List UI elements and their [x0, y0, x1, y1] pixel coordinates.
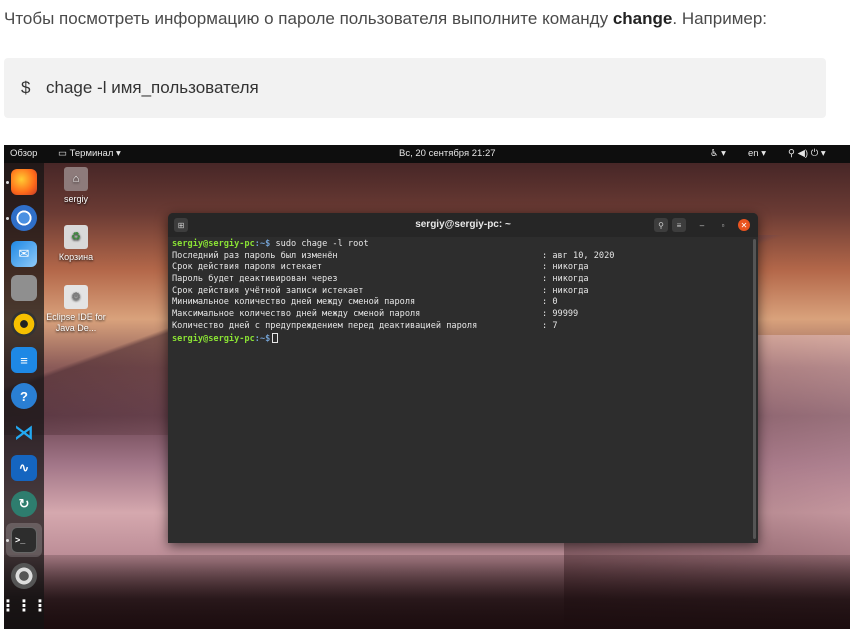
vscode-icon[interactable]: ⋊ — [11, 419, 37, 445]
trash-icon: ♻ — [64, 225, 88, 249]
output-row: Срок действия пароля истекает: никогда — [172, 262, 589, 273]
output-row: Минимальное количество дней между сменой… — [172, 297, 558, 308]
terminal-scrollbar[interactable] — [753, 239, 756, 539]
terminal-app-menu[interactable]: ▭ Терминал ▾ — [58, 148, 121, 159]
terminal-icon[interactable]: >_ — [11, 527, 37, 553]
desktop-item-label: Eclipse IDE for Java De... — [46, 312, 106, 333]
system-menu[interactable]: ⚲ ◀) ⏻ ▾ — [788, 148, 826, 159]
firefox-icon[interactable] — [11, 169, 37, 195]
output-row: Количество дней с предупреждением перед … — [172, 320, 558, 331]
command-line: sergiy@sergiy-pc:~$ sudo chage -l root — [172, 239, 750, 251]
eclipse-launcher-icon: ⚙ — [64, 285, 88, 309]
intro-paragraph: Чтобы посмотреть информацию о пароле пол… — [4, 9, 767, 29]
language-menu[interactable]: en ▾ — [748, 148, 766, 159]
prompt-user: sergiy@sergiy-pc — [172, 239, 255, 249]
apps-grid-icon[interactable]: ⋮⋮⋮ — [4, 593, 48, 619]
intro-command-name: change — [612, 9, 673, 28]
running-dot — [6, 539, 9, 542]
intro-suffix: . Например: — [672, 9, 768, 28]
typed-command: sudo chage -l root — [270, 239, 369, 249]
search-icon[interactable]: ⚲ — [654, 218, 668, 232]
running-dot — [6, 181, 9, 184]
desktop-item-home[interactable]: ⌂ sergiy — [36, 167, 116, 205]
code-prompt: $ — [21, 78, 31, 97]
prompt-user: sergiy@sergiy-pc — [172, 333, 255, 344]
output-row: Максимальное количество дней между смено… — [172, 309, 579, 320]
rhythmbox-icon[interactable] — [11, 311, 37, 337]
files-icon[interactable] — [11, 275, 37, 301]
prompt-path: :~$ — [254, 333, 271, 344]
terminal-window[interactable]: ⊞ sergiy@sergiy-pc: ~ ⚲ ≡ – ▫ ✕ sergiy@s… — [168, 213, 758, 543]
writer-icon[interactable]: ≡ — [11, 347, 37, 373]
desktop-item-label: sergiy — [63, 194, 88, 204]
code-block: $ chage -l имя_пользователя — [4, 58, 826, 118]
desktop-item-label: Корзина — [58, 252, 94, 262]
home-folder-icon: ⌂ — [64, 167, 88, 191]
code-command: chage -l имя_пользователя — [46, 78, 259, 97]
help-icon[interactable]: ? — [11, 383, 37, 409]
output-row: Последний раз пароль был изменён: авг 10… — [172, 250, 615, 261]
desktop-screenshot: Обзор ▭ Терминал ▾ Вс, 20 сентября 21:27… — [4, 145, 850, 629]
system-monitor-icon[interactable]: ∿ — [11, 455, 37, 481]
output-row: Срок действия учётной записи истекает: н… — [172, 285, 589, 296]
close-icon[interactable]: ✕ — [738, 219, 750, 231]
activities-button[interactable]: Обзор — [10, 148, 37, 159]
output-row: Пароль будет деактивирован через: никогд… — [172, 274, 589, 285]
maximize-icon[interactable]: ▫ — [716, 218, 730, 232]
clock[interactable]: Вс, 20 сентября 21:27 — [399, 148, 496, 159]
prompt-path: :~$ — [254, 239, 271, 249]
minimize-icon[interactable]: – — [695, 218, 709, 232]
accessibility-menu[interactable]: ♿ ▾ — [710, 148, 726, 159]
gnome-top-bar: Обзор ▭ Терминал ▾ Вс, 20 сентября 21:27… — [4, 145, 850, 163]
terminal-output[interactable]: sergiy@sergiy-pc:~$ sudo chage -l root П… — [172, 239, 750, 543]
prompt-line: sergiy@sergiy-pc:~$ — [172, 332, 750, 345]
terminal-titlebar[interactable]: ⊞ sergiy@sergiy-pc: ~ ⚲ ≡ – ▫ ✕ — [168, 213, 758, 237]
intro-text: Чтобы посмотреть информацию о пароле пол… — [4, 9, 613, 28]
text-cursor — [272, 332, 279, 343]
settings-icon[interactable] — [11, 563, 37, 589]
thunderbird-icon[interactable]: ✉ — [11, 241, 37, 267]
terminal-title: sergiy@sergiy-pc: ~ — [415, 219, 511, 230]
desktop-item-trash[interactable]: ♻ Корзина — [36, 225, 116, 263]
chromium-icon[interactable] — [11, 205, 37, 231]
running-dot — [6, 217, 9, 220]
window-icon: ▭ — [58, 148, 70, 159]
wallpaper-forest — [4, 555, 850, 629]
desktop-item-eclipse[interactable]: ⚙ Eclipse IDE for Java De... — [36, 285, 116, 334]
menu-icon[interactable]: ≡ — [672, 218, 686, 232]
update-icon[interactable]: ↻ — [11, 491, 37, 517]
